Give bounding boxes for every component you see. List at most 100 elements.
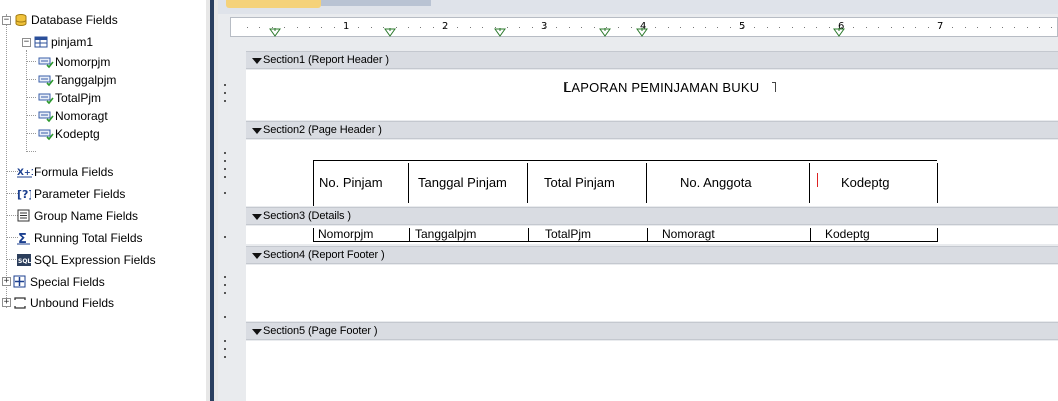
section-bar-page-header[interactable]: Section2 (Page Header )	[246, 121, 1058, 139]
tree-item-label: Running Total Fields	[34, 231, 143, 245]
svg-text:SQL: SQL	[18, 258, 31, 265]
svg-text:Σ: Σ	[18, 232, 27, 245]
ruler-number: 1	[343, 21, 350, 32]
section-body-details[interactable]: Nomorpjm Tanggalpjm TotalPjm Nomoragt Ko…	[246, 226, 1058, 244]
detail-field-object[interactable]: Nomorpjm	[318, 228, 373, 241]
ruler-tick	[358, 27, 359, 28]
tree-item-label: pinjam1	[51, 35, 94, 49]
expand-collapse-icon[interactable]: +	[2, 298, 11, 307]
detail-field-object[interactable]: Nomoragt	[662, 228, 715, 241]
ruler-guide-marker[interactable]	[269, 27, 281, 37]
column-header-cell[interactable]: Total Pinjam	[528, 163, 647, 203]
running-total-icon: Σ	[17, 231, 31, 247]
ruler-guide-marker[interactable]	[833, 27, 845, 37]
tree-item-field-totalpjm[interactable]: TotalPjm	[38, 89, 101, 107]
special-fields-icon	[13, 275, 27, 289]
ruler-tick	[915, 27, 916, 28]
expand-collapse-icon[interactable]: +	[2, 277, 11, 286]
vertical-ruler-mark	[224, 176, 226, 178]
tree-item-label: Kodeptg	[55, 127, 100, 141]
panel-splitter[interactable]	[206, 0, 218, 401]
tree-item-field-tanggalpjm[interactable]: Tanggalpjm	[38, 71, 116, 89]
collapse-triangle-icon[interactable]	[252, 128, 262, 134]
tree-item-field-nomoragt[interactable]: Nomoragt	[38, 107, 108, 125]
tree-item-label: Group Name Fields	[34, 209, 139, 223]
section-bar-report-header[interactable]: Section1 (Report Header )	[246, 51, 1058, 69]
section-body-page-footer[interactable]	[246, 341, 1058, 401]
column-divider	[647, 228, 648, 242]
tree-item-group-name-fields[interactable]: Group Name Fields	[17, 207, 138, 225]
tree-item-unbound-fields[interactable]: Unbound Fields	[13, 294, 114, 312]
sql-icon: SQL	[17, 253, 31, 267]
ruler-guide-marker[interactable]	[636, 27, 648, 37]
section-body-page-header[interactable]: No. Pinjam Tanggal Pinjam Total Pinjam N…	[246, 140, 1058, 206]
vertical-ruler-mark	[224, 284, 226, 286]
ruler-guide-marker[interactable]	[599, 27, 611, 37]
ruler-tick	[928, 27, 929, 28]
expand-collapse-icon[interactable]: −	[2, 16, 11, 25]
ruler-tick	[309, 27, 310, 28]
vertical-ruler	[218, 40, 232, 401]
collapse-triangle-icon[interactable]	[252, 214, 262, 220]
vertical-ruler-mark	[224, 356, 226, 358]
tab-preview[interactable]	[321, 0, 431, 6]
collapse-triangle-icon[interactable]	[252, 253, 262, 259]
column-divider	[937, 228, 938, 242]
ruler-tick	[853, 27, 854, 28]
ruler-tick	[247, 27, 248, 28]
ruler-tick	[1002, 27, 1003, 28]
vertical-ruler-mark	[224, 192, 226, 194]
tree-item-field-nomorpjm[interactable]: Nomorpjm	[38, 53, 110, 71]
ruler-tick	[754, 27, 755, 28]
ruler-tick	[655, 27, 656, 28]
column-header-cell[interactable]: No. Anggota	[647, 163, 810, 203]
detail-field-object[interactable]: Kodeptg	[825, 228, 870, 241]
svg-text:+1: +1	[24, 168, 33, 177]
horizontal-ruler[interactable]: 1234567	[230, 17, 1058, 37]
ruler-tick	[507, 27, 508, 28]
tree-line	[26, 79, 36, 80]
section-body-report-header[interactable]: LAPORAN PEMINJAMAN BUKU	[246, 70, 1058, 120]
column-header-label: Kodeptg	[841, 175, 890, 190]
column-header-cell[interactable]: Kodeptg	[810, 163, 938, 203]
ruler-guide-marker[interactable]	[494, 27, 506, 37]
unbound-fields-icon	[13, 296, 27, 310]
section-bar-details[interactable]: Section3 (Details )	[246, 207, 1058, 225]
collapse-triangle-icon[interactable]	[252, 329, 262, 335]
ruler-number: 2	[442, 21, 449, 32]
detail-field-object[interactable]: Tanggalpjm	[415, 228, 476, 241]
detail-field-object[interactable]: TotalPjm	[545, 228, 591, 241]
vertical-ruler-mark	[224, 348, 226, 350]
tree-item-running-total-fields[interactable]: Σ Running Total Fields	[17, 229, 143, 247]
tree-item-sql-expression-fields[interactable]: SQL SQL Expression Fields	[17, 251, 156, 269]
column-header-grid: No. Pinjam Tanggal Pinjam Total Pinjam N…	[313, 160, 938, 206]
tree-line	[26, 115, 36, 116]
ruler-tick	[556, 27, 557, 28]
collapse-triangle-icon[interactable]	[252, 58, 262, 64]
field-icon	[38, 55, 54, 69]
tree-item-field-kodeptg[interactable]: Kodeptg	[38, 125, 100, 143]
section-body-report-footer[interactable]	[246, 265, 1058, 321]
ruler-tick	[891, 27, 892, 28]
tree-item-formula-fields[interactable]: X+1 Formula Fields	[17, 163, 113, 181]
field-explorer-panel: − Database Fields − pinjam1 Nomorpjm Tan…	[0, 0, 206, 401]
expand-collapse-icon[interactable]: −	[22, 38, 31, 47]
tree-item-special-fields[interactable]: Special Fields	[13, 273, 105, 291]
ruler-guide-marker[interactable]	[384, 27, 396, 37]
tab-design[interactable]	[226, 0, 321, 8]
ruler-tick	[1014, 27, 1015, 28]
ruler-tick	[792, 27, 793, 28]
ruler-tick	[804, 27, 805, 28]
report-title-object[interactable]: LAPORAN PEMINJAMAN BUKU	[564, 80, 759, 95]
section-bar-report-footer[interactable]: Section4 (Report Footer )	[246, 246, 1058, 264]
column-header-cell[interactable]: No. Pinjam	[314, 163, 409, 203]
tree-item-database-fields[interactable]: Database Fields	[14, 11, 118, 29]
ruler-tick	[977, 27, 978, 28]
tree-item-parameter-fields[interactable]: [?] Parameter Fields	[17, 185, 125, 203]
field-frame-corner	[772, 82, 776, 92]
tree-item-label: Unbound Fields	[30, 296, 115, 310]
tree-line	[26, 61, 36, 62]
section-bar-page-footer[interactable]: Section5 (Page Footer )	[246, 322, 1058, 340]
column-header-cell[interactable]: Tanggal Pinjam	[409, 163, 528, 203]
tree-item-pinjam1[interactable]: pinjam1	[34, 33, 93, 51]
